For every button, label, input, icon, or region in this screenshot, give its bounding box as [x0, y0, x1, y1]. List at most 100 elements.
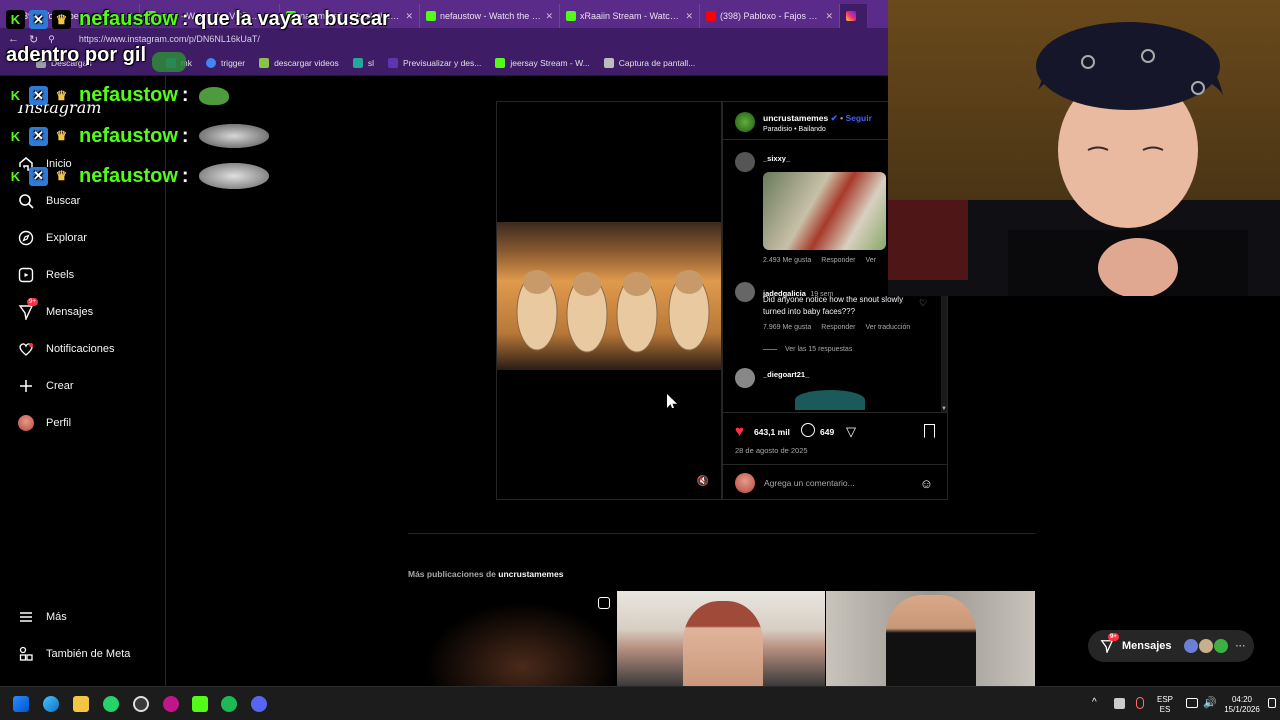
bookmark-icon[interactable]	[924, 424, 935, 438]
browser-tab[interactable]: nefaustow - Watch the VOD ✕	[420, 4, 560, 28]
like-icon[interactable]: ♥	[735, 423, 744, 440]
comment-likes[interactable]: 2.493 Me gusta	[763, 257, 811, 264]
audio-title[interactable]: Paradisio • Bailando	[763, 126, 826, 133]
bookmark-item[interactable]: trigger	[205, 57, 245, 68]
messages-pill[interactable]: 9+ Mensajes ···	[1088, 630, 1254, 662]
more-icon[interactable]: ···	[1236, 641, 1246, 652]
post-thumbnail[interactable]	[617, 591, 825, 686]
language-indicator[interactable]: ESP ES	[1152, 695, 1178, 715]
bookmark-item[interactable]: jeersay Stream - W...	[495, 57, 590, 68]
commenter-username[interactable]: _diegoart21_	[763, 370, 809, 379]
heart-icon	[18, 341, 34, 357]
more-posts-prefix: Más publicaciones de	[408, 569, 496, 579]
translate-link[interactable]: Ver	[866, 257, 877, 264]
comment-likes[interactable]: 7.969 Me gusta	[763, 324, 811, 331]
comment-meta: 7.969 Me gusta Responder Ver traducción	[763, 324, 943, 331]
profile-avatar	[18, 415, 34, 431]
author-avatar[interactable]	[735, 112, 755, 132]
close-icon[interactable]: ✕	[405, 11, 413, 22]
post-date: 28 de agosto de 2025	[735, 446, 808, 455]
language-code: ESP	[1156, 695, 1173, 704]
comment-image[interactable]	[795, 390, 865, 410]
comment-input[interactable]: Agrega un comentario...	[764, 478, 911, 488]
sidebar-item-crear[interactable]: Crear	[18, 378, 74, 394]
scrollbar[interactable]: ▼	[941, 292, 947, 412]
pepe-emote	[198, 86, 229, 105]
emoji-icon[interactable]: ☺	[920, 476, 933, 491]
more-posts-user[interactable]: uncrustamemes	[498, 569, 563, 579]
nvidia-icon[interactable]	[1114, 698, 1125, 709]
close-icon[interactable]: ✕	[825, 11, 833, 22]
sidebar-item-meta[interactable]: También de Meta	[18, 646, 130, 662]
edge-icon[interactable]	[43, 696, 59, 712]
reel-video[interactable]: 🔇	[496, 101, 722, 500]
likes-count[interactable]: 643,1 mil	[754, 427, 790, 437]
kick-icon	[426, 11, 436, 21]
verified-badge-icon: ✕	[29, 166, 48, 186]
bookmark-item[interactable]: sl	[352, 57, 374, 68]
sidebar-item-explorar[interactable]: Explorar	[18, 230, 87, 246]
commenter-avatar[interactable]	[735, 368, 755, 388]
comments-count[interactable]: 649	[820, 427, 834, 437]
bookmark-label: Captura de pantall...	[618, 57, 696, 68]
browser-tab-active[interactable]	[840, 4, 868, 28]
spotify-icon[interactable]	[221, 696, 237, 712]
view-replies-label: Ver las 15 respuestas	[785, 346, 853, 353]
chat-text-continued: adentro por gil	[6, 44, 146, 66]
verified-badge-icon: ✕	[29, 10, 48, 29]
browser-tab[interactable]: (398) Pabloxo - Fajos de 20m ✕	[700, 4, 840, 28]
chat-username: nefaustow	[79, 164, 178, 187]
sidebar-item-reels[interactable]: Reels	[18, 267, 74, 283]
notifications-icon[interactable]	[1268, 698, 1276, 708]
verified-badge-icon: ✕	[29, 126, 48, 146]
sidebar-item-mensajes[interactable]: 9+ Mensajes	[18, 298, 93, 320]
sidebar-item-notificaciones[interactable]: Notificaciones	[18, 341, 114, 357]
bookmark-item[interactable]: Captura de pantall...	[603, 57, 696, 68]
file-explorer-icon[interactable]	[73, 696, 89, 712]
commenter-avatar[interactable]	[735, 282, 755, 302]
post-thumbnail[interactable]	[408, 591, 616, 686]
comment-image[interactable]	[763, 172, 886, 250]
kick-badge-icon: K	[6, 10, 25, 29]
discord-icon[interactable]	[251, 696, 267, 712]
webcam-overlay	[888, 0, 1280, 296]
chat-username: nefaustow	[79, 8, 178, 30]
comment-icon[interactable]	[801, 423, 815, 437]
commenter-username[interactable]: _sixxy_	[763, 154, 790, 163]
follow-button[interactable]: Seguir	[845, 113, 871, 123]
chat-colon: :	[181, 164, 189, 187]
obs-icon[interactable]	[133, 696, 149, 712]
sidebar-item-mas[interactable]: Más	[18, 609, 67, 625]
reply-link[interactable]: Responder	[821, 257, 855, 264]
translate-link[interactable]: Ver traducción	[866, 324, 911, 331]
close-icon[interactable]: ✕	[685, 11, 693, 22]
clock[interactable]: 04:20 15/1/2026	[1220, 695, 1264, 715]
sidebar-item-perfil[interactable]: Perfil	[18, 415, 71, 431]
tab-title: (398) Pabloxo - Fajos de 20m	[720, 11, 821, 21]
author-username[interactable]: uncrustamemes	[763, 113, 828, 123]
browser-tab[interactable]: xRaaiin Stream - Watch Live ✕	[560, 4, 700, 28]
post-thumbnail[interactable]	[826, 591, 1035, 686]
reply-link[interactable]: Responder	[821, 324, 855, 331]
bookmark-item[interactable]: Previsualizar y des...	[387, 57, 481, 68]
browser-icon[interactable]	[163, 696, 179, 712]
sidebar-item-buscar[interactable]: Buscar	[18, 193, 80, 209]
globe-icon	[205, 57, 216, 68]
user-avatar	[735, 473, 755, 493]
microphone-icon[interactable]	[1136, 697, 1144, 709]
network-icon[interactable]	[1186, 698, 1198, 708]
chevron-up-icon[interactable]: ^	[1092, 697, 1097, 708]
mute-icon[interactable]: 🔇	[697, 476, 709, 487]
view-replies-link[interactable]: Ver las 15 respuestas	[763, 346, 852, 353]
bookmark-item[interactable]: descargar videos	[259, 57, 339, 68]
share-icon[interactable]: ▽	[846, 424, 856, 440]
commenter-avatar[interactable]	[735, 152, 755, 172]
volume-icon[interactable]: 🔊	[1203, 696, 1217, 709]
link-icon	[352, 57, 363, 68]
like-comment-icon[interactable]: ♡	[919, 298, 927, 309]
sidebar-item-label: También de Meta	[46, 648, 131, 660]
windows-start-icon[interactable]	[13, 696, 29, 712]
close-icon[interactable]: ✕	[545, 11, 553, 22]
whatsapp-icon[interactable]	[103, 696, 119, 712]
kick-icon[interactable]	[192, 696, 208, 712]
